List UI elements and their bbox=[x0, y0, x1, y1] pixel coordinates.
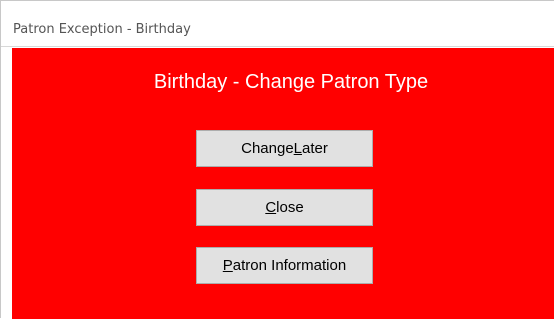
dialog-heading: Birthday - Change Patron Type bbox=[153, 71, 429, 93]
change-later-label-prefix: Change bbox=[241, 140, 294, 157]
close-label-suffix: lose bbox=[276, 199, 304, 216]
dialog-window: Patron Exception - Birthday Birthday - C… bbox=[0, 0, 554, 319]
patron-information-mnemonic: P bbox=[222, 257, 233, 274]
title-bar[interactable]: Patron Exception - Birthday bbox=[1, 1, 554, 47]
change-later-button[interactable]: Change Later bbox=[196, 130, 373, 167]
close-button[interactable]: Close bbox=[196, 189, 373, 226]
dialog-content: Birthday - Change Patron Type Change Lat… bbox=[12, 48, 554, 319]
patron-information-button[interactable]: Patron Information bbox=[196, 247, 373, 284]
close-mnemonic: C bbox=[265, 199, 277, 216]
change-later-mnemonic: L bbox=[293, 140, 303, 157]
change-later-label-suffix: ater bbox=[302, 140, 328, 157]
patron-information-label-suffix: atron Information bbox=[232, 257, 347, 274]
window-title: Patron Exception - Birthday bbox=[13, 22, 191, 37]
